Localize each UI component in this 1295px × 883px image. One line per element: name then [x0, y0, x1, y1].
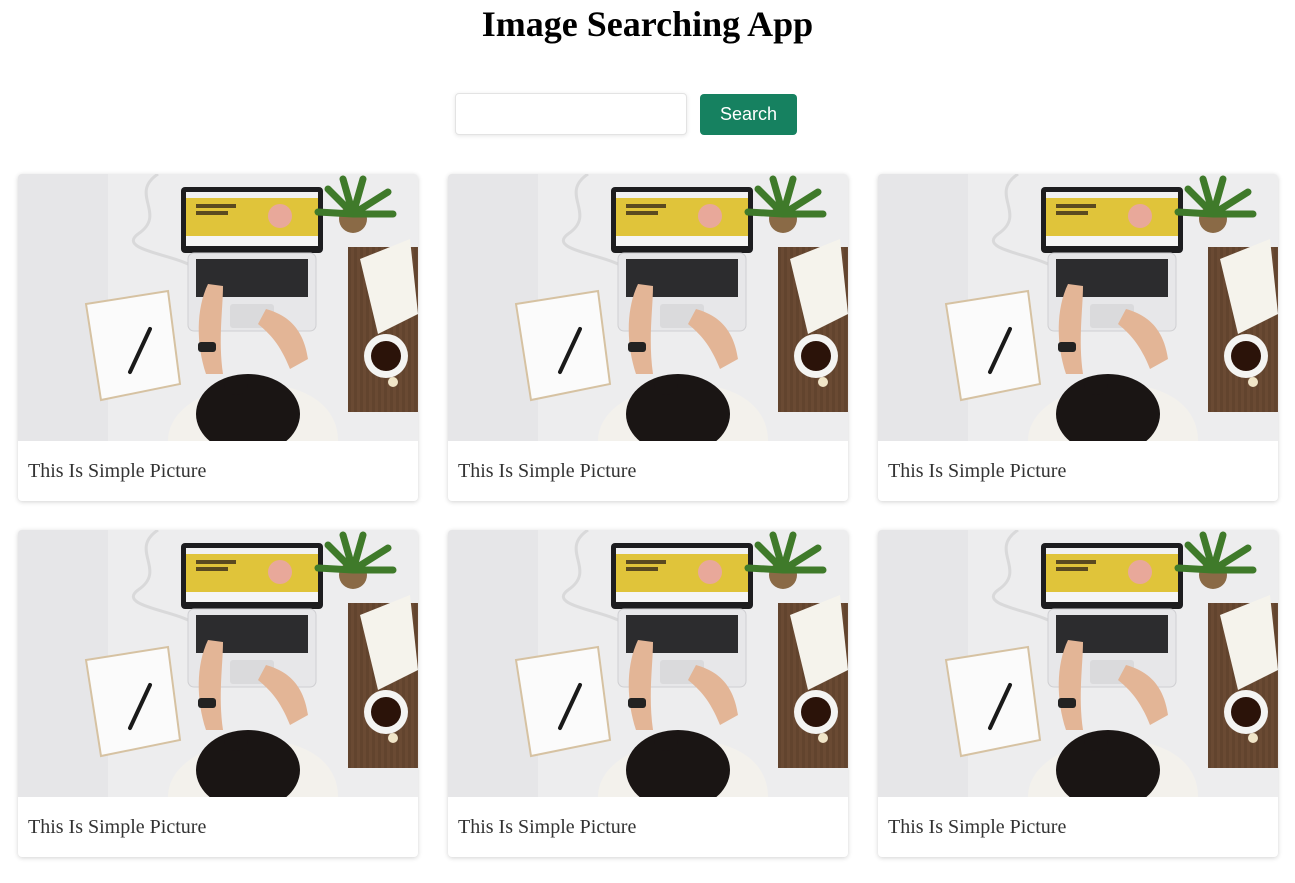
card-image	[878, 530, 1278, 797]
card-caption: This Is Simple Picture	[458, 815, 637, 838]
card-caption: This Is Simple Picture	[28, 459, 207, 482]
image-card[interactable]: This Is Simple Picture	[878, 174, 1278, 501]
image-card[interactable]: This Is Simple Picture	[878, 530, 1278, 857]
search-input[interactable]	[455, 93, 687, 135]
search-button[interactable]: Search	[700, 93, 797, 135]
card-image	[878, 174, 1278, 441]
card-image	[18, 530, 418, 797]
card-image	[448, 530, 848, 797]
image-card[interactable]: This Is Simple Picture	[448, 530, 848, 857]
card-image	[448, 174, 848, 441]
image-card[interactable]: This Is Simple Picture	[18, 174, 418, 501]
card-caption: This Is Simple Picture	[28, 815, 207, 838]
app-title: Image Searching App	[481, 4, 814, 44]
card-image	[18, 174, 418, 441]
search-bar: Search	[455, 93, 797, 135]
image-card[interactable]: This Is Simple Picture	[448, 174, 848, 501]
results-grid: This Is Simple Picture This Is Simple Pi…	[18, 174, 1278, 857]
image-card[interactable]: This Is Simple Picture	[18, 530, 418, 857]
card-caption: This Is Simple Picture	[888, 459, 1067, 482]
card-caption: This Is Simple Picture	[888, 815, 1067, 838]
card-caption: This Is Simple Picture	[458, 459, 637, 482]
